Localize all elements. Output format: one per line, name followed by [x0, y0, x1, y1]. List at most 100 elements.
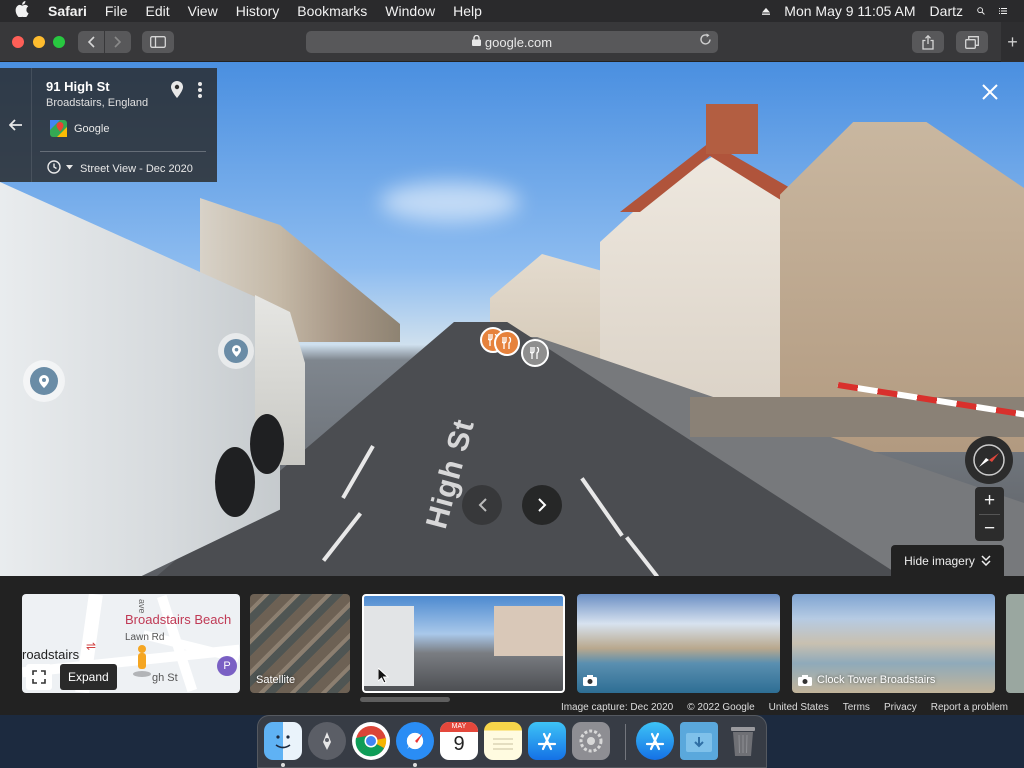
- location-info-card: 91 High St Broadstairs, England Google S…: [0, 68, 217, 182]
- satellite-label: Satellite: [256, 674, 296, 686]
- app-store-icon[interactable]: [528, 722, 566, 760]
- chrome-icon[interactable]: [352, 722, 390, 760]
- tabs-icon: [965, 35, 979, 49]
- divider: [40, 151, 206, 152]
- cursor-icon: [377, 666, 390, 689]
- satellite-thumbnail[interactable]: Satellite: [250, 594, 350, 693]
- photo-label: Clock Tower Broadstairs: [798, 674, 935, 686]
- lock-icon: [471, 34, 481, 49]
- privacy-link[interactable]: Privacy: [884, 702, 917, 713]
- copyright: © 2022 Google: [687, 702, 755, 713]
- photo-thumbnail-pier[interactable]: [577, 594, 780, 693]
- app-store-downloads-icon[interactable]: [636, 722, 674, 760]
- map-footer: Image capture: Dec 2020 © 2022 Google Un…: [0, 700, 1024, 715]
- truck-wheel: [250, 414, 284, 474]
- menu-app-safari[interactable]: Safari: [44, 3, 96, 19]
- menu-file[interactable]: File: [96, 3, 137, 19]
- photo-thumbnail-clock-tower[interactable]: Clock Tower Broadstairs: [792, 594, 995, 693]
- calendar-icon[interactable]: MAY 9: [440, 722, 478, 760]
- trash-icon[interactable]: [724, 722, 762, 760]
- spotlight-search-icon[interactable]: [970, 1, 992, 21]
- map-label-street: gh St: [152, 672, 178, 684]
- menu-help[interactable]: Help: [444, 3, 491, 19]
- next-image-button[interactable]: [522, 485, 562, 525]
- time-travel-button[interactable]: [46, 159, 73, 175]
- imagery-source: Google: [74, 123, 110, 135]
- zoom-out-button[interactable]: −: [975, 515, 1004, 542]
- menubar-user[interactable]: Dartz: [923, 3, 970, 19]
- apple-menu-icon[interactable]: [0, 1, 44, 21]
- menu-window[interactable]: Window: [376, 3, 444, 19]
- zoom-in-button[interactable]: +: [975, 487, 1004, 514]
- eject-icon[interactable]: [755, 1, 777, 21]
- downloads-folder-icon[interactable]: [680, 722, 718, 760]
- new-tab-button[interactable]: +: [1001, 22, 1024, 62]
- close-window-button[interactable]: [12, 36, 24, 48]
- hide-imagery-button[interactable]: Hide imagery: [891, 545, 1004, 576]
- tab-overview-button[interactable]: [956, 31, 988, 53]
- location-title: 91 High St: [46, 79, 110, 94]
- restaurant-poi-icon[interactable]: [494, 330, 520, 356]
- forward-button[interactable]: [105, 31, 131, 53]
- finder-icon[interactable]: [264, 722, 302, 760]
- google-maps-icon: [50, 120, 67, 142]
- country-link[interactable]: United States: [769, 702, 829, 713]
- expand-icon[interactable]: [26, 664, 52, 690]
- share-button[interactable]: [912, 31, 944, 53]
- share-icon: [922, 34, 934, 50]
- address-bar[interactable]: google.com: [306, 31, 718, 53]
- more-options-icon[interactable]: [194, 80, 206, 100]
- pegman-icon: [132, 644, 152, 681]
- menu-view[interactable]: View: [179, 3, 227, 19]
- close-street-view-button[interactable]: [978, 82, 1002, 106]
- sidebar-toggle-button[interactable]: [142, 31, 174, 53]
- camera-icon: [583, 675, 597, 686]
- notes-icon[interactable]: [484, 722, 522, 760]
- menu-bookmarks[interactable]: Bookmarks: [288, 3, 376, 19]
- calendar-day: 9: [453, 733, 465, 755]
- street-view-date: Street View - Dec 2020: [80, 163, 193, 175]
- map-label-street: Lawn Rd: [125, 632, 165, 643]
- location-subtitle: Broadstairs, England: [46, 97, 149, 109]
- dock-separator: [625, 724, 626, 760]
- street-view-thumbnail-selected[interactable]: [362, 594, 565, 693]
- chevron-left-icon: [478, 498, 487, 512]
- menu-edit[interactable]: Edit: [136, 3, 178, 19]
- caret-down-icon: [66, 164, 73, 169]
- safari-icon[interactable]: [396, 722, 434, 760]
- location-pin-icon: [30, 367, 58, 395]
- reload-icon[interactable]: [699, 33, 712, 49]
- camera-icon: [798, 674, 812, 686]
- terms-link[interactable]: Terms: [843, 702, 870, 713]
- minimize-window-button[interactable]: [33, 36, 45, 48]
- system-preferences-icon[interactable]: [572, 722, 610, 760]
- menubar-clock[interactable]: Mon May 9 11:05 AM: [777, 3, 922, 19]
- dock: MAY 9: [257, 715, 767, 768]
- double-chevron-down-icon: [981, 555, 991, 566]
- hide-imagery-label: Hide imagery: [904, 553, 975, 568]
- close-icon: [982, 84, 998, 100]
- rail-station-icon: ⇌: [86, 639, 97, 653]
- compass-icon: [973, 444, 1005, 476]
- control-center-icon[interactable]: [992, 1, 1014, 21]
- launchpad-icon[interactable]: [308, 722, 346, 760]
- map-pin-icon[interactable]: [171, 81, 183, 103]
- back-button[interactable]: [78, 31, 104, 53]
- address-text: google.com: [484, 34, 553, 50]
- thumb-houses: [494, 606, 563, 656]
- nearby-place-pin[interactable]: [218, 333, 254, 369]
- compass-button[interactable]: [965, 436, 1013, 484]
- map-label-beach: Broadstairs Beach: [125, 612, 232, 627]
- restaurant-poi-icon[interactable]: [521, 339, 549, 367]
- photo-thumbnail-partial[interactable]: [1006, 594, 1024, 693]
- zoom-window-button[interactable]: [53, 36, 65, 48]
- back-arrow-button[interactable]: [0, 68, 32, 182]
- truck-wheel: [215, 447, 255, 517]
- browser-toolbar: google.com +: [0, 22, 1024, 62]
- report-problem-link[interactable]: Report a problem: [931, 702, 1008, 713]
- previous-image-button[interactable]: [462, 485, 502, 525]
- nearby-place-pin[interactable]: [23, 360, 65, 402]
- minimap-thumbnail[interactable]: Broadstairs Beach roadstairs ⇌ Lawn Rd g…: [22, 594, 240, 693]
- menu-history[interactable]: History: [227, 3, 289, 19]
- arrow-left-icon: [8, 119, 22, 131]
